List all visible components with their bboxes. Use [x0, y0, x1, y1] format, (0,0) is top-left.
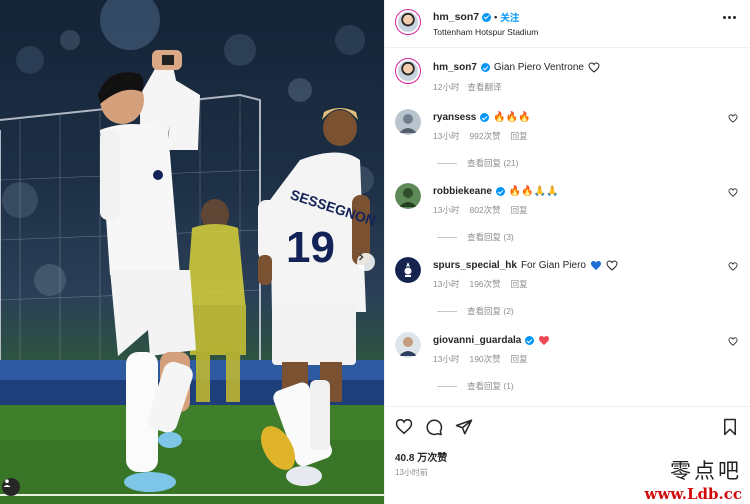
comment-line: ryansess 🔥🔥🔥	[433, 112, 531, 123]
comment-time: 13小时	[433, 354, 460, 364]
replies-divider	[437, 310, 457, 312]
reply-button[interactable]: 回复	[511, 353, 528, 365]
comment-like-count[interactable]: 190次赞	[469, 353, 500, 365]
post-like-count[interactable]: 40.8 万次赞	[395, 449, 447, 464]
like-comment-heart-icon[interactable]	[728, 114, 738, 123]
more-options-button[interactable]	[723, 16, 736, 19]
watermark-url: www.Ldb.cc	[644, 485, 742, 503]
like-comment-heart-icon[interactable]	[728, 188, 738, 197]
author-avatar[interactable]	[395, 9, 421, 35]
comment-time: 13小时	[433, 205, 460, 215]
commenter-avatar[interactable]	[395, 257, 421, 283]
caption-meta: 12小时 查看翻译	[433, 81, 501, 93]
comment-time: 13小时	[433, 279, 460, 289]
blue-heart-emoji-icon	[590, 261, 601, 270]
replies-divider	[437, 236, 457, 238]
replies-divider	[437, 162, 457, 164]
verified-badge-icon	[480, 63, 490, 72]
verified-badge-icon	[482, 12, 492, 22]
view-replies-label: 查看回复 (2)	[467, 306, 514, 316]
commenter-avatar[interactable]	[395, 109, 421, 135]
caption-text: Gian Piero Ventrone	[493, 62, 584, 73]
site-watermark: 零点吧 www.Ldb.cc	[645, 455, 742, 503]
verified-badge-icon	[525, 336, 535, 345]
commenter-username[interactable]: ryansess	[433, 112, 476, 123]
view-replies-button[interactable]: 查看回复 (21)	[437, 157, 518, 169]
author-username[interactable]: hm_son7	[433, 11, 479, 23]
commenter-username[interactable]: robbiekeane	[433, 186, 492, 197]
comment-item: spurs_special_hk For Gian Piero 13小时 196…	[395, 257, 740, 317]
comment-time: 13小时	[433, 131, 460, 141]
comment-text: 🔥🔥🙏🙏	[508, 186, 559, 197]
translate-link[interactable]: 查看翻译	[467, 81, 501, 93]
user-tag-icon	[3, 479, 11, 487]
post-timestamp: 13小时前	[395, 468, 428, 477]
like-comment-heart-icon[interactable]	[728, 337, 738, 346]
verified-badge-icon	[480, 113, 490, 122]
tagged-users-button[interactable]	[2, 478, 20, 496]
comment-line: robbiekeane 🔥🔥🙏🙏	[433, 186, 559, 197]
post-sidebar: hm_son7 • 关注 Tottenham Hotspur Stadium h…	[384, 0, 750, 504]
view-replies-button[interactable]: 查看回复 (1)	[437, 380, 514, 392]
view-replies-label: 查看回复 (3)	[467, 232, 514, 242]
comment-text: For Gian Piero	[520, 260, 586, 271]
comment-meta: 13小时 992次赞 回复	[433, 130, 528, 142]
comment-text: 🔥🔥🔥	[493, 112, 531, 123]
caption-username[interactable]: hm_son7	[433, 62, 477, 73]
comment-meta: 13小时 196次赞 回复	[433, 278, 528, 290]
view-replies-label: 查看回复 (21)	[467, 158, 519, 168]
carousel-next-button[interactable]	[357, 253, 375, 271]
comment-meta: 13小时 802次赞 回复	[433, 204, 528, 216]
comment-like-count[interactable]: 802次赞	[469, 204, 500, 216]
verified-badge-icon	[495, 187, 505, 196]
author-row: hm_son7 • 关注	[433, 10, 519, 24]
reply-button[interactable]: 回复	[511, 278, 528, 290]
commenter-username[interactable]: spurs_special_hk	[433, 260, 517, 271]
reply-button[interactable]: 回复	[511, 204, 528, 216]
match-photo-illustration: SESSEGNON 19	[0, 0, 384, 504]
comment-item: giovanni_guardala 13小时 190次赞 回复 查看回复 (1)	[395, 332, 740, 392]
action-buttons	[395, 418, 473, 436]
like-heart-icon[interactable]	[395, 418, 413, 435]
post-photo: SESSEGNON 19	[0, 0, 384, 504]
view-replies-button[interactable]: 查看回复 (2)	[437, 305, 514, 317]
reply-button[interactable]: 回复	[511, 130, 528, 142]
commenter-avatar[interactable]	[395, 332, 421, 358]
comment-item: robbiekeane 🔥🔥🙏🙏 13小时 802次赞 回复 查看回复 (3)	[395, 183, 740, 243]
follow-button[interactable]: 关注	[500, 10, 519, 24]
comment-like-count[interactable]: 992次赞	[469, 130, 500, 142]
share-paper-plane-icon[interactable]	[455, 418, 473, 436]
more-horizontal-icon	[723, 16, 726, 19]
comment-line: giovanni_guardala	[433, 335, 550, 346]
commenter-avatar[interactable]	[395, 183, 421, 209]
jersey-number: 19	[286, 223, 335, 272]
caption-time: 12小时	[433, 82, 460, 92]
like-comment-heart-icon[interactable]	[728, 262, 738, 271]
caption-line: hm_son7 Gian Piero Ventrone	[433, 62, 600, 73]
red-heart-emoji-icon	[539, 336, 550, 345]
view-replies-button[interactable]: 查看回复 (3)	[437, 231, 514, 243]
commenter-username[interactable]: giovanni_guardala	[433, 335, 521, 346]
caption-avatar[interactable]	[395, 58, 421, 84]
comment-bubble-icon[interactable]	[425, 418, 443, 436]
save-bookmark-icon[interactable]	[722, 418, 738, 436]
post-header: hm_son7 • 关注 Tottenham Hotspur Stadium	[385, 0, 750, 48]
comment-like-count[interactable]: 196次赞	[469, 278, 500, 290]
replies-divider	[437, 385, 457, 387]
chevron-right-icon	[359, 253, 364, 261]
watermark-chinese: 零点吧	[670, 459, 742, 483]
view-replies-label: 查看回复 (1)	[467, 381, 514, 391]
separator-dot: •	[494, 12, 498, 22]
white-heart-emoji-icon	[606, 260, 618, 271]
heart-outline-icon	[588, 62, 600, 73]
post-actions: 40.8 万次赞 13小时前 零点吧 www.Ldb.cc	[385, 406, 750, 504]
comment-item: ryansess 🔥🔥🔥 13小时 992次赞 回复 查看回复 (21)	[395, 109, 740, 169]
post-location[interactable]: Tottenham Hotspur Stadium	[433, 27, 538, 37]
comment-meta: 13小时 190次赞 回复	[433, 353, 528, 365]
comment-line: spurs_special_hk For Gian Piero	[433, 260, 618, 271]
